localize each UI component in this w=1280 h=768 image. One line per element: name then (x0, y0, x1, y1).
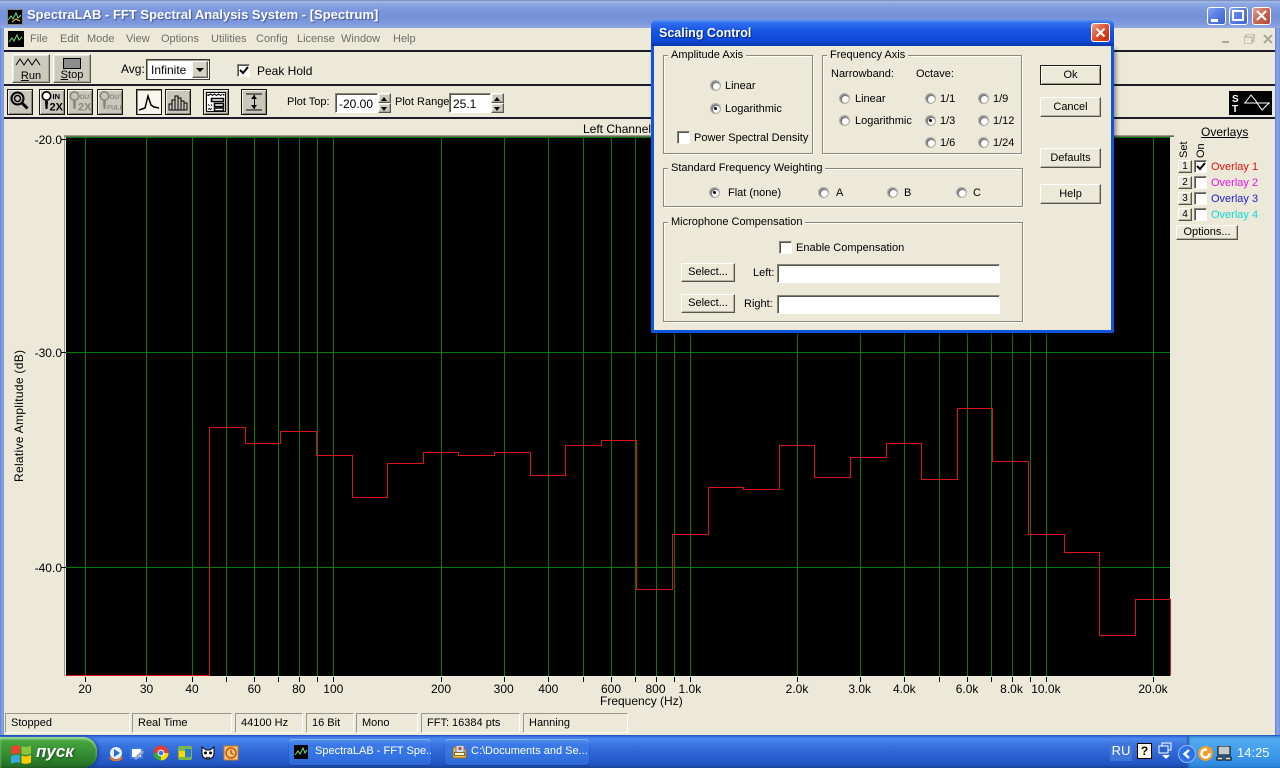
svg-text:OUT: OUT (80, 94, 93, 101)
svg-text:IN: IN (53, 92, 61, 101)
svg-text:2X: 2X (78, 102, 92, 114)
svg-text:T: T (1232, 104, 1238, 115)
svg-text:OUT: OUT (110, 94, 123, 101)
svg-text:2X: 2X (50, 102, 64, 114)
svg-text:FULL: FULL (107, 105, 122, 112)
